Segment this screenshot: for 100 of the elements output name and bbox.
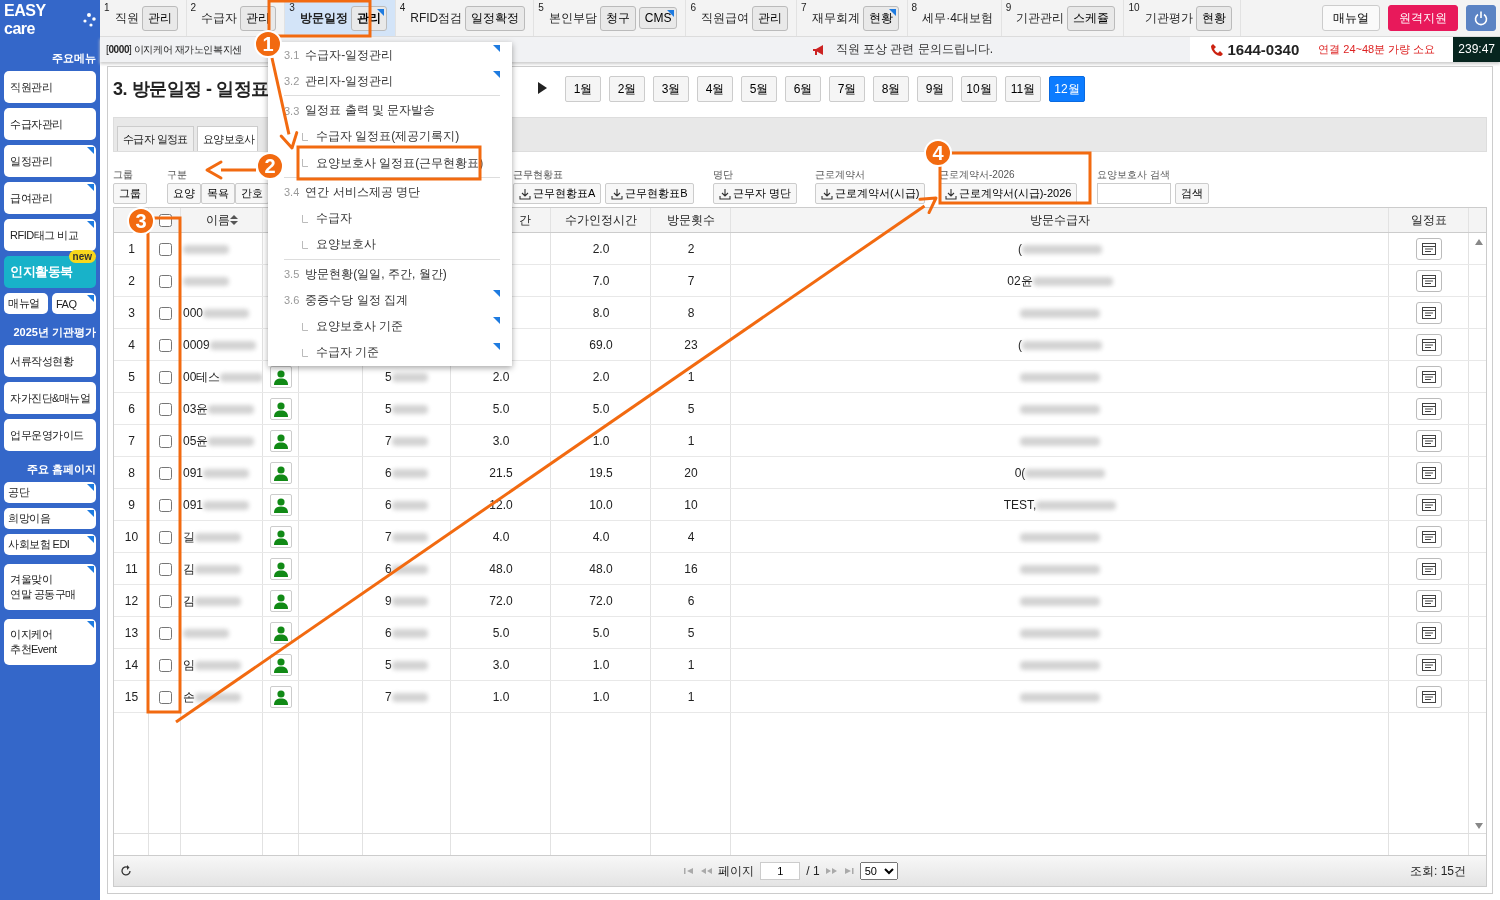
nav-group[interactable]: 8 세무·4대보험 bbox=[907, 0, 1002, 36]
menu-item[interactable]: 3.1 수급자-일정관리 bbox=[284, 43, 500, 68]
nav-item[interactable]: 세무·4대보험 bbox=[922, 9, 993, 27]
nav-item[interactable]: 수급자 bbox=[201, 9, 238, 27]
month-button[interactable]: 6월 bbox=[785, 76, 821, 102]
profile-button[interactable] bbox=[270, 622, 292, 644]
row-checkbox[interactable] bbox=[158, 466, 172, 480]
menu-item[interactable]: 3.5 방문현황(일일, 주간, 월간) bbox=[284, 262, 500, 287]
power-button[interactable] bbox=[1466, 5, 1496, 31]
search-button[interactable]: 검색 bbox=[1175, 183, 1209, 204]
schedule-button[interactable] bbox=[1416, 558, 1442, 580]
row-checkbox[interactable] bbox=[158, 370, 172, 384]
schedule-button[interactable] bbox=[1416, 686, 1442, 708]
nav-item[interactable]: 방문일정 bbox=[299, 9, 348, 27]
menu-item[interactable]: 요양보호사 bbox=[316, 236, 376, 254]
profile-button[interactable] bbox=[270, 686, 292, 708]
nav-button[interactable]: 관리 bbox=[141, 5, 178, 31]
nav-group[interactable]: 1 직원 관리 bbox=[100, 0, 187, 36]
schedule-button[interactable] bbox=[1416, 270, 1442, 292]
row-checkbox[interactable] bbox=[158, 274, 172, 288]
schedule-button[interactable] bbox=[1416, 462, 1442, 484]
schedule-button[interactable] bbox=[1416, 654, 1442, 676]
nav-item[interactable]: RFID점검 bbox=[410, 9, 463, 27]
menu-item[interactable]: 수급자 기준 bbox=[316, 344, 380, 362]
row-checkbox[interactable] bbox=[158, 626, 172, 640]
menu-item[interactable]: 3.6 중증수당 일정 집계 bbox=[284, 288, 500, 313]
nav-button[interactable]: 관리 bbox=[752, 5, 789, 31]
nav-item[interactable]: 재무회계 bbox=[811, 9, 860, 27]
schedule-button[interactable] bbox=[1416, 366, 1442, 388]
profile-button[interactable] bbox=[270, 590, 292, 612]
row-checkbox[interactable] bbox=[158, 690, 172, 704]
nav-item[interactable]: 기관관리 bbox=[1016, 9, 1065, 27]
sidebar-item[interactable]: 업무운영가이드 bbox=[4, 419, 96, 451]
filter-button[interactable]: 간호 bbox=[235, 183, 269, 204]
tab[interactable]: 수급자 일정표 bbox=[117, 126, 194, 151]
filter-button[interactable]: 그룹 bbox=[113, 183, 147, 204]
row-checkbox[interactable] bbox=[158, 530, 172, 544]
profile-button[interactable] bbox=[270, 558, 292, 580]
row-checkbox[interactable] bbox=[158, 402, 172, 416]
sidebar-item[interactable]: 급여관리 bbox=[4, 182, 96, 214]
month-button[interactable]: 5월 bbox=[741, 76, 777, 102]
profile-button[interactable] bbox=[270, 654, 292, 676]
sidebar-item[interactable]: 자가진단&매뉴얼 bbox=[4, 382, 96, 414]
nav-button[interactable]: 현황 bbox=[1195, 5, 1232, 31]
row-checkbox[interactable] bbox=[158, 434, 172, 448]
profile-button[interactable] bbox=[270, 462, 292, 484]
sidebar-item[interactable]: 서류작성현황 bbox=[4, 345, 96, 377]
filter-button[interactable]: 목욕 bbox=[201, 183, 235, 204]
nav-button[interactable]: CMS bbox=[638, 7, 678, 29]
month-button[interactable]: 12월 bbox=[1049, 76, 1085, 102]
tab[interactable]: 요양보호사 bbox=[196, 126, 258, 151]
sidebar-item[interactable]: 겨울맞이 연말 공동구매 bbox=[4, 564, 96, 610]
page-size-select[interactable]: 50 bbox=[859, 862, 898, 880]
profile-button[interactable] bbox=[270, 494, 292, 516]
month-button[interactable]: 10월 bbox=[961, 76, 997, 102]
month-button[interactable]: 4월 bbox=[697, 76, 733, 102]
filter-button[interactable]: 요양 bbox=[167, 183, 201, 204]
nav-group[interactable]: 9 기관관리 스케쥴 bbox=[1001, 0, 1125, 36]
sidebar-item[interactable]: 이지케어 추천Event bbox=[4, 619, 96, 665]
download-button[interactable]: 근무현황표B bbox=[605, 183, 694, 204]
notice-text[interactable]: 직원 포상 관련 문의드립니다. bbox=[835, 41, 994, 58]
nav-item[interactable]: 본인부담 bbox=[548, 9, 597, 27]
row-checkbox[interactable] bbox=[158, 242, 172, 256]
menu-item[interactable]: 3.2 관리자-일정관리 bbox=[284, 69, 500, 94]
profile-button[interactable] bbox=[270, 366, 292, 388]
month-button[interactable]: 7월 bbox=[829, 76, 865, 102]
nav-group[interactable]: 7 재무회계 현황 bbox=[797, 0, 908, 36]
download-button[interactable]: 근로계약서(시급) bbox=[815, 183, 926, 204]
row-checkbox[interactable] bbox=[158, 306, 172, 320]
search-field[interactable] bbox=[1097, 183, 1171, 204]
schedule-button[interactable] bbox=[1416, 494, 1442, 516]
month-button[interactable]: 2월 bbox=[609, 76, 645, 102]
nav-button[interactable]: 일정확정 bbox=[465, 5, 526, 31]
profile-button[interactable] bbox=[270, 526, 292, 548]
schedule-button[interactable] bbox=[1416, 622, 1442, 644]
sidebar-item[interactable]: 수급자관리 bbox=[4, 108, 96, 140]
select-all-checkbox[interactable] bbox=[158, 213, 172, 227]
month-button[interactable]: 8월 bbox=[873, 76, 909, 102]
nav-group[interactable]: 4 RFID점검 일정확정 bbox=[395, 0, 535, 36]
row-checkbox[interactable] bbox=[158, 658, 172, 672]
schedule-button[interactable] bbox=[1416, 526, 1442, 548]
month-button[interactable]: 1월 bbox=[565, 76, 601, 102]
schedule-button[interactable] bbox=[1416, 430, 1442, 452]
menu-item[interactable]: 요양보호사 기준 bbox=[316, 318, 404, 336]
nav-item[interactable]: 직원급여 bbox=[701, 9, 750, 27]
remote-support-button[interactable]: 원격지원 bbox=[1388, 5, 1458, 31]
nav-group[interactable]: 6 직원급여 관리 bbox=[686, 0, 798, 36]
nav-button[interactable]: 청구 bbox=[599, 5, 636, 31]
profile-button[interactable] bbox=[270, 398, 292, 420]
month-button[interactable]: 3월 bbox=[653, 76, 689, 102]
nav-button[interactable]: 현황 bbox=[862, 5, 899, 31]
nav-group[interactable]: 5 본인부담 청구 CMS bbox=[534, 0, 687, 36]
row-checkbox[interactable] bbox=[158, 594, 172, 608]
profile-button[interactable] bbox=[270, 430, 292, 452]
nav-button[interactable]: 스케쥴 bbox=[1067, 5, 1116, 31]
nav-group[interactable]: 10 기관평가 현황 bbox=[1124, 0, 1241, 36]
sidebar-item[interactable]: 일정관리 bbox=[4, 145, 96, 177]
sidebar-item[interactable]: 희망이음 bbox=[4, 508, 96, 529]
download-button[interactable]: 근무현황표A bbox=[513, 183, 602, 204]
manual-button[interactable]: 매뉴얼 bbox=[1322, 5, 1380, 31]
